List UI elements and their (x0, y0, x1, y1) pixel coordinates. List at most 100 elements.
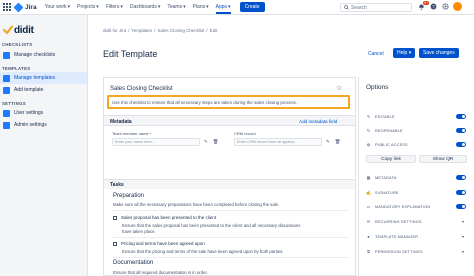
divider (113, 237, 349, 238)
top-navigation: Jira Your work ▾ Projects ▾ Filters ▾ Dashb… (0, 0, 474, 15)
chevron-down-icon: ▾ (120, 4, 123, 10)
key-icon: ⚿ (366, 249, 371, 254)
settings-gear-icon[interactable] (441, 3, 449, 11)
help-button[interactable]: Help ▾ (393, 48, 416, 58)
help-label: Help (397, 50, 408, 56)
pencil-icon: ✎ (366, 114, 371, 119)
section-checklists: CHECKLISTS (2, 42, 33, 47)
sidebar-item-add-template[interactable]: Add template (0, 84, 87, 96)
task-checkbox[interactable] (113, 216, 117, 220)
app-switcher-icon[interactable] (3, 3, 11, 11)
task-title[interactable]: Pricing and terms have been agreed upon (121, 241, 205, 246)
section-settings: SETTINGS (2, 101, 26, 106)
sidebar-item-manage-templates[interactable]: Manage templates (0, 72, 87, 84)
help-icon[interactable]: ? (429, 3, 437, 11)
page-title: Edit Template (103, 49, 158, 59)
team-member-name-field[interactable]: Enter your name here... (112, 138, 200, 146)
user-icon (3, 109, 10, 117)
pencil-icon[interactable]: ✎ (326, 139, 330, 145)
metadata-header: Metadata Add metadata field (104, 115, 355, 126)
save-changes-button[interactable]: Save changes (419, 48, 459, 58)
globe-icon: ◍ (366, 142, 371, 147)
checklist-name-input[interactable]: Sales Closing Checklist (110, 86, 173, 92)
breadcrumb: didit for Jira / Templates / Sales Closi… (103, 28, 217, 33)
jira-logo[interactable]: Jira (13, 2, 37, 12)
public-access-toggle[interactable] (456, 142, 466, 147)
breadcrumb-checklist[interactable]: Sales Closing Checklist (157, 28, 204, 33)
copy-link-button[interactable]: Copy link (366, 155, 416, 163)
chevron-down-icon: ▾ (228, 4, 231, 10)
sidebar-item-manage-checklists[interactable]: Manage checklists (0, 49, 87, 61)
task-detail[interactable]: Ensure that the sales proposal has been … (122, 223, 300, 235)
breadcrumb-templates[interactable]: Templates (132, 28, 153, 33)
reopenable-toggle[interactable] (456, 128, 466, 133)
option-label: PUBLIC ACCESS (375, 142, 408, 147)
divider (113, 210, 349, 211)
section-templates: TEMPLATES (2, 66, 31, 71)
option-template-manager[interactable]: ● TEMPLATE MANAGER ▾ (366, 233, 472, 240)
sidebar-item-user-settings[interactable]: User settings (0, 107, 87, 119)
description-input[interactable]: Use this checklist to ensure that all ne… (107, 95, 350, 109)
pencil-icon[interactable]: ✎ (204, 139, 208, 145)
metadata-toggle[interactable] (456, 175, 466, 180)
task-checkbox[interactable] (113, 242, 117, 246)
task-item[interactable]: Sales proposal has been presented to the… (113, 215, 216, 220)
nav-apps[interactable]: Apps ▾ (215, 0, 231, 14)
user-avatar[interactable] (453, 2, 462, 11)
sidebar-item-label: Add template (14, 87, 44, 93)
chevron-down-icon: ▾ (461, 219, 464, 224)
option-reopenable: ↻ REOPENABLE (366, 127, 472, 134)
section-heading-preparation[interactable]: Preparation (113, 193, 144, 199)
section-description[interactable]: Ensure that all required documentation i… (113, 270, 208, 275)
nav-teams[interactable]: Teams ▾ (167, 4, 185, 10)
create-button[interactable]: Create (239, 2, 265, 12)
nav-your-work[interactable]: Your work ▾ (45, 4, 71, 10)
breadcrumb-separator: / (206, 28, 208, 33)
signature-toggle[interactable] (456, 190, 466, 195)
breadcrumb-separator: / (128, 28, 130, 33)
sidebar-item-admin-settings[interactable]: Admin settings (0, 119, 87, 131)
nav-projects[interactable]: Projects ▾ (77, 4, 99, 10)
show-qr-button[interactable]: Show QR (419, 155, 467, 163)
nav-label: Your work (44, 4, 67, 10)
option-recurring-settings[interactable]: ⟳ RECURRING SETTINGS ▾ (366, 218, 472, 225)
field-tools: ✎ 🗑 (326, 139, 341, 145)
trash-icon[interactable]: 🗑 (213, 139, 219, 145)
chevron-down-icon: ▾ (67, 4, 71, 10)
editable-toggle[interactable] (456, 114, 466, 119)
option-metadata: ▦ METADATA (366, 174, 472, 181)
task-title[interactable]: Sales proposal has been presented to the… (121, 215, 216, 220)
mandatory-explanation-toggle[interactable] (456, 204, 466, 209)
chevron-down-icon: ▾ (408, 50, 412, 56)
nav-label: Filters (105, 4, 120, 10)
option-editable: ✎ EDITABLE (366, 113, 472, 120)
nav-label: Plans (192, 4, 206, 10)
notification-count-badge: 9+ (423, 0, 429, 5)
breadcrumb-app[interactable]: didit for Jira (103, 28, 126, 33)
tasks-label: Tasks (110, 182, 124, 188)
template-icon (3, 74, 10, 82)
sidebar-item-label: Manage templates (14, 75, 56, 81)
option-label: METADATA (375, 175, 397, 180)
person-icon: ● (367, 234, 370, 239)
section-description[interactable]: Make sure all the necessary preparations… (113, 202, 279, 207)
divider (113, 257, 349, 258)
search-input[interactable]: Search (340, 3, 412, 12)
section-heading-documentation[interactable]: Documentation (113, 260, 153, 266)
cancel-button[interactable]: Cancel (368, 51, 384, 57)
task-detail[interactable]: Ensure that the pricing and terms of the… (122, 249, 283, 255)
option-label: REOPENABLE (375, 128, 403, 133)
notifications-button[interactable]: 9+ (417, 0, 429, 11)
task-item[interactable]: Pricing and terms have been agreed upon (113, 241, 205, 246)
didit-logo: didit (3, 24, 87, 36)
repeat-icon: ⟳ (366, 219, 371, 224)
star-icon[interactable]: ☆ (336, 84, 342, 92)
crm-record-field[interactable]: Enter CRM record from all applica... (234, 138, 322, 146)
option-permission-settings[interactable]: ⚿ PERMISSION SETTINGS ▾ (366, 248, 472, 255)
chevron-down-icon: ▾ (183, 4, 186, 10)
trash-icon[interactable]: 🗑 (335, 139, 341, 145)
nav-dashboards[interactable]: Dashboards ▾ (130, 4, 160, 10)
nav-plans[interactable]: Plans ▾ (193, 4, 209, 10)
nav-filters[interactable]: Filters ▾ (106, 4, 123, 10)
add-metadata-field-link[interactable]: Add metadata field (299, 119, 337, 124)
